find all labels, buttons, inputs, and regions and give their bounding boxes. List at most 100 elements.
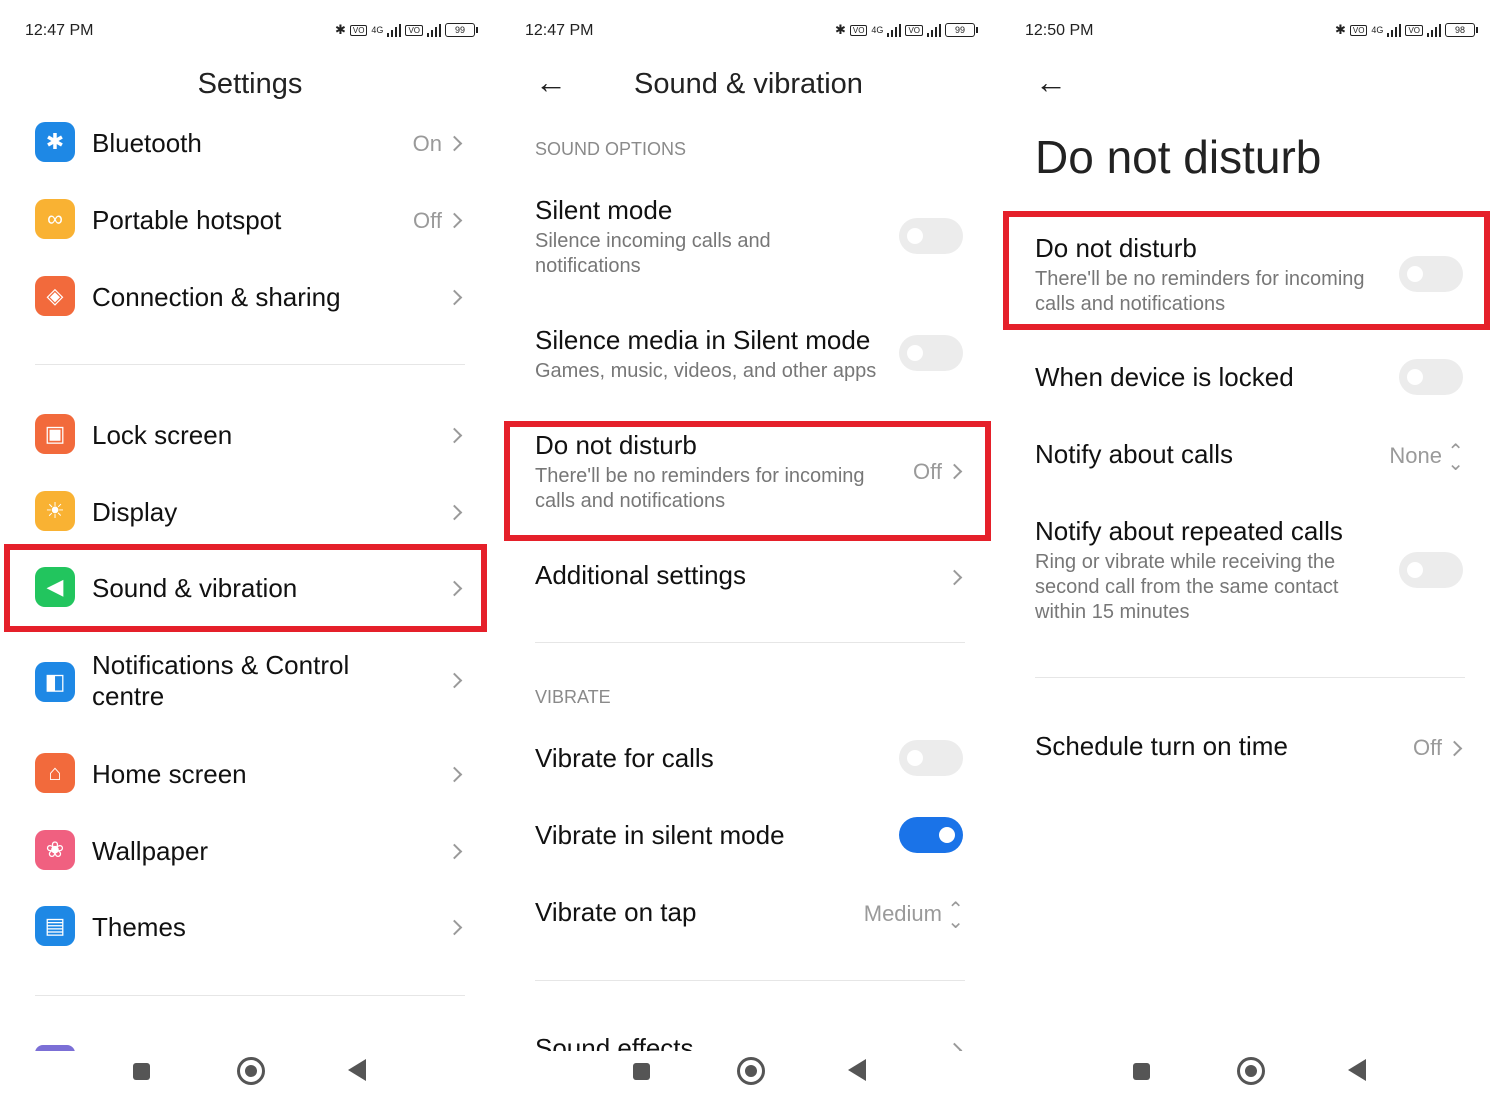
settings-item-wallpaper[interactable]: ❀ Wallpaper [0,830,500,874]
settings-item-value: Off [413,208,442,233]
row-subtitle: Games, music, videos, and other apps [535,360,877,382]
recents-button[interactable] [633,1063,650,1080]
chevron-right-icon [1446,740,1463,757]
volte-icon: VO [849,24,868,36]
notification-icon: ◧ [35,662,75,702]
row-title: Additional settings [535,560,747,590]
page-title: Do not disturb [1035,131,1322,183]
vibrate-for-calls-toggle[interactable] [899,740,963,776]
repeated-calls-toggle[interactable] [1399,552,1463,588]
settings-item-label: Home screen [92,759,247,789]
section-header-vibrate: VIBRATE [535,687,611,707]
back-arrow-icon[interactable]: ← [535,66,567,98]
settings-item-home-screen[interactable]: ⌂ Home screen [0,753,500,797]
toggle-knob [907,345,923,361]
settings-item-hotspot[interactable]: ∞ Portable hotspot Off [0,199,500,243]
signal-icon [887,23,902,37]
repeated-calls-row[interactable]: Notify about repeated calls Ring or vibr… [1000,516,1500,626]
settings-item-connection[interactable]: ◈ Connection & sharing [0,276,500,320]
bluetooth-status-icon: ✱ [1334,22,1346,37]
toggle-knob [1407,369,1423,385]
clock: 12:47 PM [25,22,94,39]
back-arrow-icon[interactable]: ← [1035,66,1067,98]
row-title: Silent mode [535,195,673,225]
volte-icon: VO [349,24,368,36]
up-down-icon: ⌃ ⌄ [1447,441,1464,475]
settings-item-label: Notifications & Control centre [92,650,350,711]
row-title: Silence media in Silent mode [535,325,871,355]
signal-icon [427,23,441,37]
vibrate-silent-toggle[interactable] [899,817,963,853]
recents-button[interactable] [1133,1063,1150,1080]
device-locked-toggle[interactable] [1399,359,1463,395]
chevron-right-icon [446,427,463,444]
divider [35,364,465,365]
row-title: When device is locked [1035,362,1294,392]
volte-icon: VO [905,24,923,36]
divider [535,980,965,981]
row-subtitle: Silence incoming calls and notifications [535,230,771,277]
status-icons: ✱ VO 4G VO 99 [334,22,478,38]
notify-calls-row[interactable]: Notify about calls None ⌃ ⌄ [1000,439,1500,479]
row-title: Notify about calls [1035,439,1233,469]
page-title: Settings [197,68,303,100]
schedule-row[interactable]: Schedule turn on time Off [1000,731,1500,771]
signal-icon [927,23,941,37]
row-value: None [1389,443,1442,468]
settings-item-themes[interactable]: ▤ Themes [0,906,500,950]
settings-item-label: Themes [92,912,186,942]
status-icons: ✱ VO 4G VO 99 [834,22,978,38]
divider [35,995,465,996]
chevron-right-icon [446,135,463,152]
settings-item-display[interactable]: ☀ Display [0,491,500,535]
vibrate-on-tap-row[interactable]: Vibrate on tap Medium ⌃ ⌄ [500,897,1000,937]
status-bar: 12:47 PM ✱ VO 4G VO 99 [525,20,978,42]
highlight-box [4,544,487,632]
network-type-icon: 4G [871,25,884,35]
home-button[interactable] [737,1057,765,1085]
bluetooth-status-icon: ✱ [334,22,346,37]
home-button[interactable] [237,1057,265,1085]
silence-media-toggle[interactable] [899,335,963,371]
settings-item-notifications[interactable]: ◧ Notifications & Control centre [0,648,500,718]
page-title: Sound & vibration [634,68,863,100]
row-title: Vibrate for calls [535,743,714,773]
sun-icon: ☀ [35,491,75,531]
network-type-icon: 4G [371,25,384,35]
settings-item-bluetooth[interactable]: ✱ Bluetooth On [0,122,500,166]
highlight-box [1003,211,1490,330]
settings-item-label: Lock screen [92,420,233,450]
signal-icon [1387,23,1402,37]
recents-button[interactable] [133,1063,150,1080]
back-nav-button[interactable] [348,1059,366,1081]
vibrate-silent-row[interactable]: Vibrate in silent mode [500,817,1000,860]
vibrate-for-calls-row[interactable]: Vibrate for calls [500,740,1000,783]
settings-item-lock-screen[interactable]: ▣ Lock screen [0,414,500,458]
volte-icon: VO [1349,24,1368,36]
chevron-right-icon [446,504,463,521]
battery-icon: 98 [1445,23,1478,37]
bluetooth-status-icon: ✱ [834,22,846,37]
silent-mode-row[interactable]: Silent mode Silence incoming calls and n… [500,195,1000,285]
hotspot-icon: ∞ [35,199,75,239]
battery-icon: 99 [445,23,478,37]
back-nav-button[interactable] [1348,1059,1366,1081]
back-nav-button[interactable] [848,1059,866,1081]
status-bar: 12:47 PM ✱ VO 4G VO 99 [25,20,478,42]
silent-mode-toggle[interactable] [899,218,963,254]
screens-container: 12:47 PM ✱ VO 4G VO 99 Settings ✱ Blueto… [0,0,1500,1111]
connection-icon: ◈ [35,276,75,316]
status-icons: ✱ VO 4G VO 98 [1334,22,1478,38]
silence-media-row[interactable]: Silence media in Silent mode Games, musi… [500,325,1000,385]
signal-icon [387,23,402,37]
do-not-disturb-screen: 12:50 PM ✱ VO 4G VO 98 ← Do not disturb … [1000,0,1500,1111]
navigation-bar [500,1041,1000,1111]
home-button[interactable] [1237,1057,1265,1085]
network-type-icon: 4G [1371,25,1384,35]
status-bar: 12:50 PM ✱ VO 4G VO 98 [1025,20,1478,42]
device-locked-row[interactable]: When device is locked [1000,359,1500,402]
settings-item-label: Wallpaper [92,836,209,866]
up-down-icon: ⌃ ⌄ [947,899,964,933]
chevron-right-icon [446,212,463,229]
additional-settings-row[interactable]: Additional settings [500,560,1000,600]
